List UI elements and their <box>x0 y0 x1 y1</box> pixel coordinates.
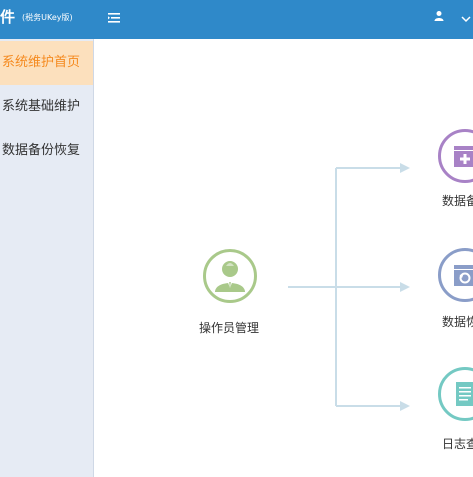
sidebar: 件 (税务UKey版) 系统维护首页 系统基础维护 数据备份恢复 <box>0 0 94 477</box>
operator-management-node[interactable]: 操作员管理 <box>194 247 266 337</box>
brand-title: 件 <box>0 8 16 26</box>
log-query-label: 日志查 <box>442 437 473 451</box>
data-backup-node[interactable]: 数据备 <box>434 129 473 213</box>
sidebar-item-label: 系统基础维护 <box>2 99 81 114</box>
top-header <box>93 0 473 39</box>
operator-management-label: 操作员管理 <box>199 321 260 335</box>
log-query-node[interactable]: 日志查 <box>434 367 473 457</box>
database-restore-icon <box>438 248 473 302</box>
sidebar-item-backup-restore[interactable]: 数据备份恢复 <box>0 129 93 173</box>
brand-banner: 件 (税务UKey版) <box>0 0 93 39</box>
user-icon[interactable] <box>433 7 445 21</box>
database-add-icon <box>438 129 473 183</box>
data-restore-node[interactable]: 数据恢 <box>434 248 473 332</box>
data-restore-label: 数据恢 <box>442 315 473 329</box>
data-backup-label: 数据备 <box>442 194 473 208</box>
flow-content: 操作员管理 数据备 数据恢 日志查 <box>94 39 473 477</box>
sidebar-item-maintenance-home[interactable]: 系统维护首页 <box>0 41 93 85</box>
brand-subtitle: (税务UKey版) <box>22 13 73 22</box>
sidebar-item-label: 系统维护首页 <box>2 55 81 70</box>
log-icon <box>438 367 473 421</box>
sidebar-item-label: 数据备份恢复 <box>2 143 81 158</box>
flow-connectors <box>288 163 410 411</box>
operator-icon <box>203 249 257 303</box>
menu-toggle-icon[interactable] <box>106 10 122 26</box>
chevron-down-icon[interactable] <box>461 9 471 23</box>
sidebar-item-basic-maintenance[interactable]: 系统基础维护 <box>0 85 93 129</box>
